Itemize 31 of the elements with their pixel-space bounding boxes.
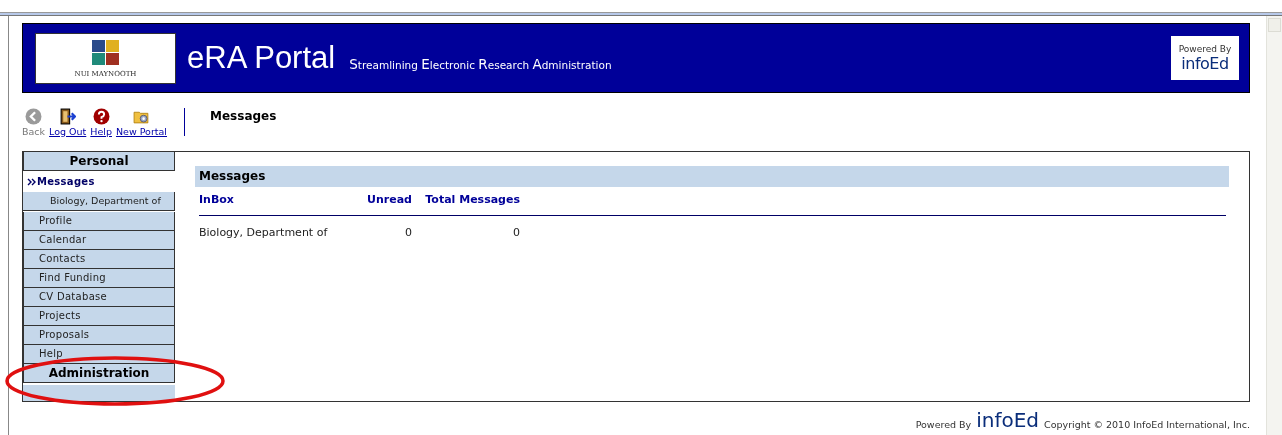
double-chevron-icon — [27, 177, 36, 186]
powered-by-logo: Powered By infoEd — [1171, 36, 1239, 80]
page-title: Messages — [210, 109, 277, 123]
sidebar-section-header[interactable]: Administration — [23, 364, 175, 383]
sidebar-item[interactable]: Calendar — [23, 231, 175, 250]
portal-title: eRA Portal — [187, 40, 336, 76]
portal-link[interactable]: New Portal — [115, 107, 167, 137]
table-cell-text: Biology, Department of — [198, 226, 329, 239]
sidebar-item[interactable]: Profile — [23, 212, 175, 231]
sidebar-section-header[interactable]: Personal — [23, 152, 175, 171]
sidebar-item[interactable]: Find Funding — [23, 269, 175, 288]
brand-logo: infoEd — [976, 410, 1040, 430]
logout-link[interactable]: Log Out — [49, 107, 87, 137]
column-header: InBox — [198, 191, 235, 207]
powered-by-label: Powered By — [915, 419, 972, 430]
portal-subtitle: Streamlining Electronic Research Administration — [349, 56, 612, 72]
column-header: Unread — [366, 191, 412, 207]
sidebar-item[interactable]: Contacts — [23, 250, 175, 269]
table-cell: 0 — [412, 226, 520, 239]
copyright-text: Copyright © 2010 InfoEd International, Inc. — [1044, 419, 1250, 430]
sidebar-item[interactable]: Proposals — [23, 326, 175, 345]
section-title-bar: Messages — [195, 166, 1229, 187]
sidebar-item[interactable]: CV Database — [23, 288, 175, 307]
table-cell-text: 0 — [404, 226, 412, 239]
help-icon — [92, 107, 110, 125]
help-link[interactable]: Help — [90, 107, 112, 137]
column-header: Total Messages — [424, 191, 520, 207]
sidebar-subitem[interactable]: Biology, Department of — [23, 192, 175, 211]
scrollbar[interactable] — [1266, 16, 1282, 435]
sidebar-item[interactable]: Projects — [23, 307, 175, 326]
door-exit-icon — [59, 107, 77, 125]
